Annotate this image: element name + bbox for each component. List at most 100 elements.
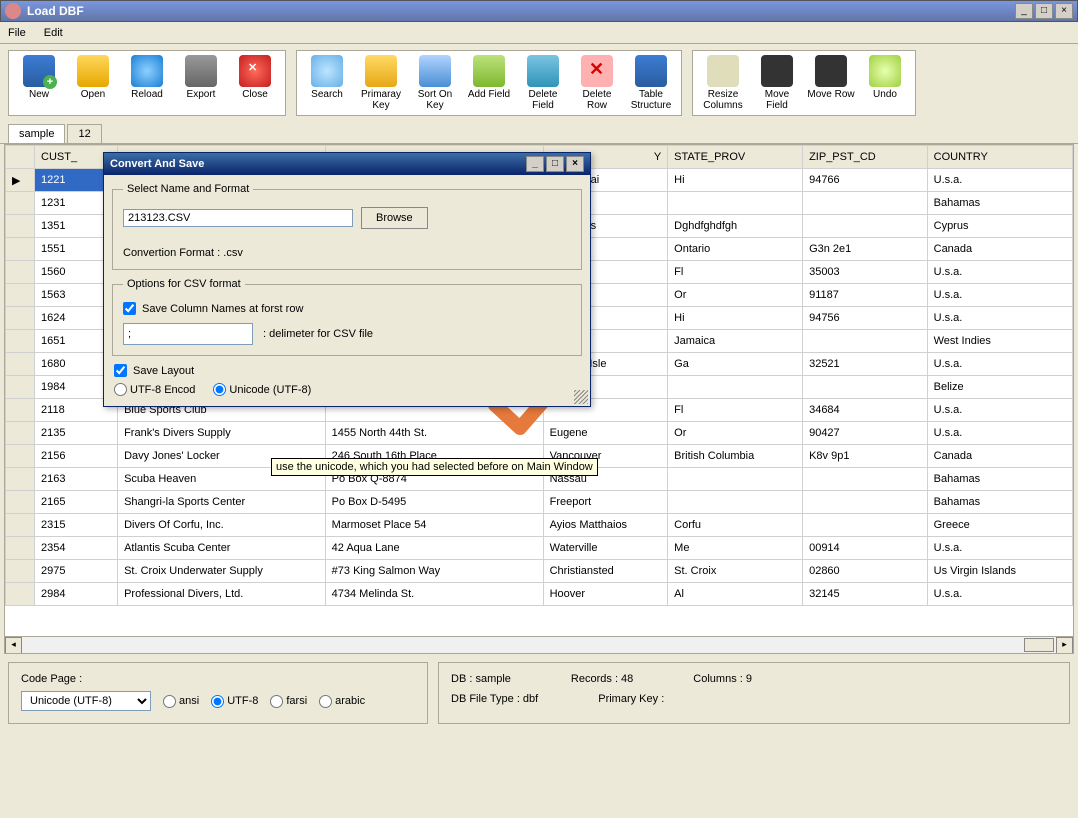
new-button[interactable]: New	[15, 55, 63, 111]
cell[interactable]: Shangri-la Sports Center	[118, 491, 326, 514]
search-button[interactable]: Search	[303, 55, 351, 111]
cell[interactable]: West Indies	[927, 330, 1072, 353]
close-button[interactable]: Close	[231, 55, 279, 111]
pkey-button[interactable]: Primaray Key	[357, 55, 405, 111]
cell[interactable]: Frank's Divers Supply	[118, 422, 326, 445]
chk-save-layout[interactable]: Save Layout	[114, 364, 194, 377]
minimize-button[interactable]: _	[1015, 3, 1033, 19]
cell[interactable]: Or	[668, 422, 803, 445]
cell[interactable]: G3n 2e1	[803, 238, 928, 261]
cell[interactable]: #73 King Salmon Way	[325, 560, 543, 583]
cell[interactable]: Ontario	[668, 238, 803, 261]
codepage-select[interactable]: Unicode (UTF-8)	[21, 691, 151, 711]
cell[interactable]: Al	[668, 583, 803, 606]
col-header[interactable]: STATE_PROV	[668, 146, 803, 169]
radio-unicode-utf8[interactable]: Unicode (UTF-8)	[213, 383, 311, 396]
export-button[interactable]: Export	[177, 55, 225, 111]
cell[interactable]: Christiansted	[543, 560, 668, 583]
dlg-maximize-button[interactable]: □	[546, 156, 564, 172]
cell[interactable]: U.s.a.	[927, 169, 1072, 192]
cell[interactable]	[803, 376, 928, 399]
delr-button[interactable]: Delete Row	[573, 55, 621, 111]
menu-file[interactable]: File	[8, 27, 26, 39]
radio-ansi[interactable]: ansi	[163, 695, 199, 708]
cell[interactable]	[668, 376, 803, 399]
cell[interactable]	[803, 468, 928, 491]
cell[interactable]: Corfu	[668, 514, 803, 537]
tab-sample[interactable]: sample	[8, 124, 65, 143]
maximize-button[interactable]: □	[1035, 3, 1053, 19]
cell[interactable]: Hi	[668, 307, 803, 330]
cell[interactable]: 2135	[35, 422, 118, 445]
col-header[interactable]: COUNTRY	[927, 146, 1072, 169]
cell[interactable]: U.s.a.	[927, 353, 1072, 376]
cell[interactable]: 94766	[803, 169, 928, 192]
mover-button[interactable]: Move Row	[807, 55, 855, 111]
filename-input[interactable]	[123, 209, 353, 227]
cell[interactable]: Fl	[668, 261, 803, 284]
cell[interactable]	[803, 215, 928, 238]
radio-utf8[interactable]: UTF-8	[211, 695, 258, 708]
cell[interactable]: Professional Divers, Ltd.	[118, 583, 326, 606]
cell[interactable]	[803, 514, 928, 537]
cell[interactable]: Or	[668, 284, 803, 307]
cell[interactable]: 42 Aqua Lane	[325, 537, 543, 560]
tab-12[interactable]: 12	[67, 124, 101, 143]
dlg-minimize-button[interactable]: _	[526, 156, 544, 172]
cell[interactable]	[668, 491, 803, 514]
radio-utf8-encod[interactable]: UTF-8 Encod	[114, 383, 195, 396]
cell[interactable]: Canada	[927, 238, 1072, 261]
cell[interactable]: 91187	[803, 284, 928, 307]
cell[interactable]: U.s.a.	[927, 284, 1072, 307]
cell[interactable]: Belize	[927, 376, 1072, 399]
cell[interactable]: Dghdfghdfgh	[668, 215, 803, 238]
cell[interactable]: U.s.a.	[927, 422, 1072, 445]
table-row[interactable]: 2354Atlantis Scuba Center42 Aqua LaneWat…	[6, 537, 1073, 560]
col-header[interactable]: ZIP_PST_CD	[803, 146, 928, 169]
cell[interactable]: British Columbia	[668, 445, 803, 468]
cell[interactable]: 02860	[803, 560, 928, 583]
browse-button[interactable]: Browse	[361, 207, 428, 229]
cell[interactable]: Bahamas	[927, 192, 1072, 215]
dlg-close-button[interactable]: ×	[566, 156, 584, 172]
cell[interactable]: 34684	[803, 399, 928, 422]
cell[interactable]: 32145	[803, 583, 928, 606]
cell[interactable]: Bahamas	[927, 491, 1072, 514]
cell[interactable]: 90427	[803, 422, 928, 445]
cell[interactable]: U.s.a.	[927, 399, 1072, 422]
cell[interactable]: Ayios Matthaios	[543, 514, 668, 537]
cell[interactable]: 2165	[35, 491, 118, 514]
cell[interactable]: St. Croix	[668, 560, 803, 583]
cell[interactable]: Hoover	[543, 583, 668, 606]
radio-arabic[interactable]: arabic	[319, 695, 365, 708]
close-button[interactable]: ×	[1055, 3, 1073, 19]
cell[interactable]: 2315	[35, 514, 118, 537]
cell[interactable]: Ga	[668, 353, 803, 376]
cell[interactable]: U.s.a.	[927, 537, 1072, 560]
undo-button[interactable]: Undo	[861, 55, 909, 111]
menu-edit[interactable]: Edit	[44, 27, 63, 39]
cell[interactable]: Bahamas	[927, 468, 1072, 491]
cell[interactable]: 4734 Melinda St.	[325, 583, 543, 606]
cell[interactable]: 35003	[803, 261, 928, 284]
cell[interactable]: Marmoset Place 54	[325, 514, 543, 537]
sort-button[interactable]: Sort On Key	[411, 55, 459, 111]
table-row[interactable]: 2975St. Croix Underwater Supply#73 King …	[6, 560, 1073, 583]
delf-button[interactable]: Delete Field	[519, 55, 567, 111]
cell[interactable]: Cyprus	[927, 215, 1072, 238]
cell[interactable]: 32521	[803, 353, 928, 376]
cell[interactable]: Atlantis Scuba Center	[118, 537, 326, 560]
cell[interactable]: Po Box D-5495	[325, 491, 543, 514]
cell[interactable]: Freeport	[543, 491, 668, 514]
radio-farsi[interactable]: farsi	[270, 695, 307, 708]
scroll-thumb[interactable]	[1024, 638, 1054, 652]
cell[interactable]: Waterville	[543, 537, 668, 560]
scroll-right-button[interactable]: ▸	[1056, 637, 1073, 654]
cell[interactable]: 94756	[803, 307, 928, 330]
cell[interactable]: Jamaica	[668, 330, 803, 353]
resize-button[interactable]: Resize Columns	[699, 55, 747, 111]
cell[interactable]: Us Virgin Islands	[927, 560, 1072, 583]
addf-button[interactable]: Add Field	[465, 55, 513, 111]
cell[interactable]: 2984	[35, 583, 118, 606]
cell[interactable]	[803, 330, 928, 353]
